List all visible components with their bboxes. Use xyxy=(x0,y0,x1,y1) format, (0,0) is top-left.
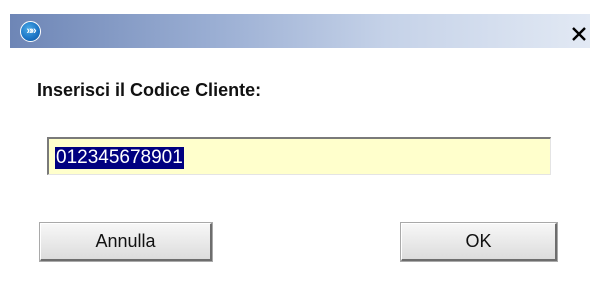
close-icon[interactable] xyxy=(568,23,590,45)
cancel-button[interactable]: Annulla xyxy=(40,223,212,261)
ok-button[interactable]: OK xyxy=(401,223,557,261)
customer-code-input[interactable]: 012345678901 xyxy=(47,137,551,175)
prompt-label: Inserisci il Codice Cliente: xyxy=(37,80,262,100)
customer-code-dialog: »» Inserisci il Codice Cliente: 01234567… xyxy=(0,0,590,283)
app-logo-icon: »» xyxy=(20,21,41,42)
title-bar[interactable]: »» xyxy=(10,14,590,48)
customer-code-value[interactable]: 012345678901 xyxy=(55,147,184,169)
